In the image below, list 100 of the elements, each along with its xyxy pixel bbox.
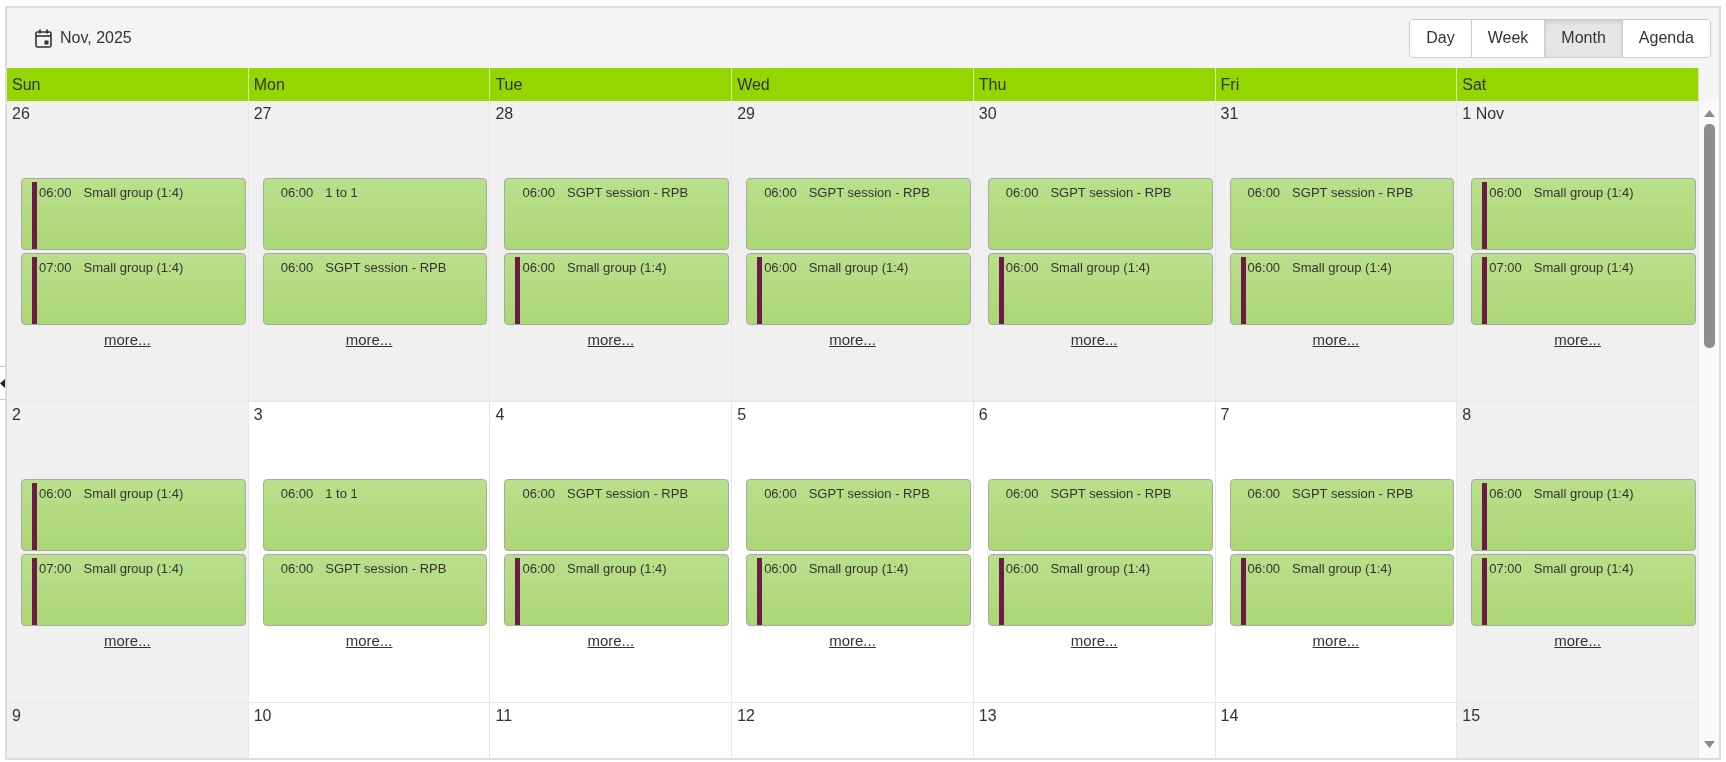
event-title: Small group (1:4): [1050, 260, 1151, 277]
event-time: 06:00: [764, 561, 797, 578]
event-time: 06:00: [1005, 486, 1039, 503]
event-time: 06:00: [1247, 561, 1281, 578]
event-title: 1 to 1: [325, 185, 358, 202]
event-title: Small group (1:4): [83, 260, 184, 277]
event-time: 06:00: [1247, 260, 1281, 277]
date-number: 27: [252, 104, 272, 124]
more-link[interactable]: more...: [829, 632, 876, 650]
event-card[interactable]: 06:00 SGPT session - RPB: [262, 253, 488, 325]
more-link[interactable]: more...: [587, 632, 635, 650]
event-title: Small group (1:4): [83, 185, 184, 202]
event-title: SGPT session - RPB: [1050, 185, 1172, 202]
event-title: SGPT session - RPB: [808, 185, 930, 202]
date-number: 12: [736, 706, 755, 726]
event-card[interactable]: 06:00 Small group (1:4): [746, 253, 971, 325]
event-title: Small group (1:4): [1292, 260, 1392, 277]
date-number: 5: [736, 405, 747, 425]
event-card[interactable]: 06:00 SGPT session - RPB: [262, 554, 488, 626]
event-card[interactable]: 06:00 Small group (1:4): [746, 554, 971, 626]
event-card[interactable]: 07:00 Small group (1:4): [21, 554, 246, 626]
date-number: 26: [11, 104, 30, 124]
accent-bar: [515, 558, 521, 625]
event-time: 06:00: [764, 260, 797, 277]
event-card[interactable]: 06:00 Small group (1:4): [1471, 479, 1696, 551]
event-time: 06:00: [39, 486, 72, 503]
event-time: 06:00: [1489, 185, 1522, 202]
event-time: 06:00: [280, 561, 314, 578]
event-title: Small group (1:4): [566, 260, 667, 277]
event-card[interactable]: 06:00 Small group (1:4): [504, 253, 730, 325]
event-card[interactable]: 06:00 Small group (1:4): [1471, 178, 1696, 250]
event-time: 07:00: [1489, 260, 1522, 277]
event-time: 06:00: [39, 185, 72, 202]
event-card[interactable]: 06:00 Small group (1:4): [1229, 253, 1455, 325]
event-card[interactable]: 07:00 Small group (1:4): [21, 253, 246, 325]
event-time: 07:00: [39, 260, 72, 277]
date-number: 13: [977, 706, 997, 726]
event-card[interactable]: 07:00 Small group (1:4): [1471, 554, 1696, 626]
view-button[interactable]: Month: [1544, 19, 1622, 57]
event-card[interactable]: 06:00 1 to 1: [262, 178, 488, 250]
weekday-header: Sun: [7, 68, 249, 101]
weekday-header: Tue: [490, 68, 733, 101]
date-number: 11: [494, 706, 513, 726]
event-card[interactable]: 06:00 SGPT session - RPB: [1229, 479, 1455, 551]
more-link[interactable]: more...: [1554, 632, 1601, 650]
scroll-up-icon[interactable]: [1703, 110, 1715, 117]
event-card[interactable]: 07:00 Small group (1:4): [1471, 253, 1696, 325]
more-link[interactable]: more...: [1070, 331, 1118, 349]
event-time: 06:00: [522, 260, 555, 277]
event-time: 06:00: [1247, 486, 1281, 503]
event-card[interactable]: 06:00 SGPT session - RPB: [987, 178, 1213, 250]
event-time: 06:00: [1489, 486, 1522, 503]
event-card[interactable]: 06:00 Small group (1:4): [21, 479, 246, 551]
event-card[interactable]: 06:00 1 to 1: [262, 479, 488, 551]
event-card[interactable]: 06:00 Small group (1:4): [21, 178, 246, 250]
event-card[interactable]: 06:00 SGPT session - RPB: [1229, 178, 1455, 250]
event-time: 06:00: [1005, 260, 1039, 277]
view-button[interactable]: Agenda: [1621, 19, 1710, 57]
event-title: SGPT session - RPB: [325, 260, 447, 277]
event-card[interactable]: 06:00 Small group (1:4): [987, 554, 1213, 626]
more-link[interactable]: more...: [104, 331, 151, 349]
event-time: 06:00: [280, 260, 314, 277]
event-title: SGPT session - RPB: [808, 486, 930, 503]
event-card[interactable]: 06:00 SGPT session - RPB: [504, 479, 730, 551]
event-title: Small group (1:4): [808, 561, 909, 578]
accent-bar: [757, 257, 763, 324]
date-number: 9: [11, 706, 21, 726]
date-number: 8: [1461, 405, 1472, 425]
more-link[interactable]: more...: [345, 331, 393, 349]
accent-bar: [1240, 257, 1246, 324]
event-card[interactable]: 06:00 SGPT session - RPB: [746, 178, 971, 250]
weekday-header: Fri: [1215, 68, 1458, 101]
scroll-down-icon[interactable]: [1703, 741, 1715, 748]
event-title: SGPT session - RPB: [1292, 486, 1414, 503]
date-number: 29: [736, 104, 755, 124]
date-number: 14: [1219, 706, 1239, 726]
date-number: 15: [1461, 706, 1481, 726]
more-link[interactable]: more...: [104, 632, 151, 650]
left-triangle-icon: [0, 378, 5, 388]
more-link[interactable]: more...: [1554, 331, 1601, 349]
event-card[interactable]: 06:00 SGPT session - RPB: [987, 479, 1213, 551]
more-link[interactable]: more...: [829, 331, 876, 349]
more-link[interactable]: more...: [345, 632, 393, 650]
event-title: SGPT session - RPB: [566, 185, 689, 202]
event-card[interactable]: 06:00 Small group (1:4): [987, 253, 1213, 325]
more-link[interactable]: more...: [587, 331, 635, 349]
event-card[interactable]: 06:00 SGPT session - RPB: [746, 479, 971, 551]
event-card[interactable]: 06:00 Small group (1:4): [1229, 554, 1455, 626]
more-link[interactable]: more...: [1312, 331, 1360, 349]
date-number: 2: [11, 405, 21, 425]
event-title: Small group (1:4): [808, 260, 909, 277]
event-card[interactable]: 06:00 SGPT session - RPB: [504, 178, 730, 250]
event-title: Small group (1:4): [1050, 561, 1151, 578]
more-link[interactable]: more...: [1070, 632, 1118, 650]
event-card[interactable]: 06:00 Small group (1:4): [504, 554, 730, 626]
accent-bar: [998, 558, 1004, 625]
accent-bar: [1482, 483, 1488, 550]
scrollbar-thumb[interactable]: [1703, 124, 1715, 348]
event-title: SGPT session - RPB: [1050, 486, 1172, 503]
more-link[interactable]: more...: [1312, 632, 1360, 650]
